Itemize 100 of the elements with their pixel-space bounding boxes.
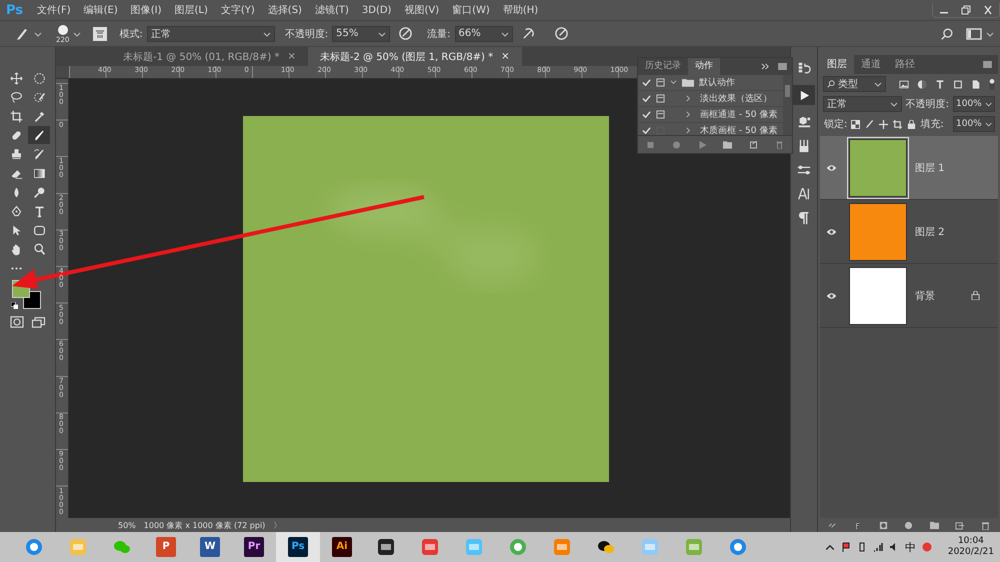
play-icon xyxy=(798,90,810,100)
workspace-icon[interactable] xyxy=(966,26,982,40)
new-layer-icon[interactable] xyxy=(955,520,964,530)
adjustment-icon[interactable] xyxy=(904,520,914,530)
lock-icon[interactable] xyxy=(907,120,916,128)
action-name[interactable]: 画框通道 - 50 像素 xyxy=(700,108,778,121)
panel-tab[interactable]: 图层 xyxy=(820,55,854,74)
battery-icon[interactable] xyxy=(856,542,867,552)
pressure-size-icon[interactable] xyxy=(554,26,568,41)
fill-field[interactable]: 100% xyxy=(953,116,995,132)
3d-icon[interactable] xyxy=(797,115,811,129)
dialog-toggle-icon[interactable] xyxy=(656,126,665,135)
panel-tab[interactable]: 历史记录 xyxy=(638,58,688,75)
trash-icon[interactable] xyxy=(980,520,990,530)
check-icon[interactable] xyxy=(642,110,651,119)
action-name[interactable]: 淡出效果（选区） xyxy=(700,92,772,105)
expand-icon[interactable] xyxy=(761,63,770,70)
blend-mode-dropdown[interactable]: 正常 xyxy=(823,96,902,112)
check-icon[interactable] xyxy=(642,94,651,103)
character-icon[interactable] xyxy=(797,187,811,201)
panel-tab[interactable]: 路径 xyxy=(888,55,922,74)
action-set-name[interactable]: 默认动作 xyxy=(699,76,735,89)
taskbar-app[interactable]: Pr xyxy=(232,532,276,562)
scrollbar[interactable] xyxy=(783,75,792,135)
folder-icon[interactable] xyxy=(723,140,732,148)
menu-item[interactable]: 图像(I) xyxy=(130,3,162,17)
panel-tab[interactable]: 动作 xyxy=(688,58,720,75)
mask-icon[interactable] xyxy=(879,520,888,530)
new-item-icon[interactable] xyxy=(748,140,758,148)
eye-icon[interactable] xyxy=(826,164,837,172)
layer-filter-dropdown[interactable]: 类型 xyxy=(823,76,886,92)
taskbar-app[interactable]: P xyxy=(144,532,188,562)
taskbar-app[interactable]: W xyxy=(188,532,232,562)
lock-icon[interactable] xyxy=(971,291,980,300)
pressure-icon[interactable] xyxy=(398,26,414,41)
quick-mask-icon[interactable] xyxy=(10,316,24,328)
lock-pixels-icon[interactable] xyxy=(865,120,874,128)
caret-icon[interactable] xyxy=(73,30,82,38)
document-tab[interactable]: 未标题-2 @ 50% (图层 1, RGB/8#) * × xyxy=(308,47,522,66)
history-icon[interactable] xyxy=(797,61,811,75)
show-hidden-icons-icon[interactable] xyxy=(824,542,835,552)
taskbar-app[interactable]: Ps xyxy=(276,532,320,562)
paragraph-icon[interactable] xyxy=(797,211,811,225)
status-more-arrow[interactable]: 〉 xyxy=(273,520,282,530)
adjustment-filter-icon[interactable] xyxy=(917,78,927,90)
document-info: 1000 像素 x 1000 像素 (72 ppi) xyxy=(144,520,266,530)
clock[interactable]: 10:04 2020/2/21 xyxy=(948,536,994,558)
menu-item[interactable]: 选择(S) xyxy=(268,3,302,17)
network-icon[interactable] xyxy=(872,542,883,552)
action-name[interactable]: 木质画框 - 50 像素 xyxy=(700,124,778,135)
panel-tab[interactable]: 通道 xyxy=(854,55,888,74)
lock-position-icon[interactable] xyxy=(879,120,888,128)
eye-icon[interactable] xyxy=(826,228,837,236)
lock-artboard-icon[interactable] xyxy=(893,120,902,128)
default-colors-icon[interactable] xyxy=(11,302,18,309)
menu-item[interactable]: 图层(L) xyxy=(174,3,208,17)
layer-row[interactable]: 背景 xyxy=(820,264,998,328)
menu-item[interactable]: 文件(F) xyxy=(37,3,71,17)
taskbar-app[interactable]: Ai xyxy=(320,532,364,562)
shape-filter-icon[interactable] xyxy=(953,78,963,90)
actions-button[interactable] xyxy=(793,85,815,105)
brush-settings-icon[interactable] xyxy=(93,26,108,40)
brush-tool-icon[interactable] xyxy=(28,126,50,144)
opacity-field[interactable]: 100% xyxy=(953,96,995,112)
link-icon[interactable] xyxy=(828,520,838,530)
layer-row[interactable]: 图层 1 xyxy=(820,136,998,200)
caret-icon xyxy=(984,120,992,128)
airbrush-icon[interactable] xyxy=(520,26,536,41)
menu-item[interactable]: 视图(V) xyxy=(404,3,440,17)
brush-tip-icon[interactable] xyxy=(56,24,69,36)
menu-item[interactable]: 3D(D) xyxy=(362,4,392,16)
input-method-indicator[interactable]: 中 xyxy=(904,540,916,554)
menu-item[interactable]: 帮助(H) xyxy=(502,3,538,17)
folder-icon[interactable] xyxy=(930,520,939,530)
menu-item[interactable]: 滤镜(T) xyxy=(314,3,349,17)
menu-item[interactable]: 文字(Y) xyxy=(220,3,255,17)
search-icon[interactable] xyxy=(940,26,954,40)
filter-toggle-icon[interactable] xyxy=(989,78,995,90)
type-filter-icon[interactable] xyxy=(935,78,945,90)
eye-icon[interactable] xyxy=(826,292,837,300)
layer-row[interactable]: 图层 2 xyxy=(820,200,998,264)
check-icon[interactable] xyxy=(642,126,651,135)
smart-object-filter-icon[interactable] xyxy=(971,78,981,90)
menu-item[interactable]: 编辑(E) xyxy=(84,3,118,17)
document-tab[interactable]: 未标题-1 @ 50% (01, RGB/8#) * × xyxy=(111,47,308,66)
flow-field[interactable]: 66% xyxy=(454,26,512,42)
image-filter-icon[interactable] xyxy=(899,78,909,90)
app-logo[interactable]: Ps xyxy=(6,2,24,18)
flag-icon[interactable] xyxy=(840,542,851,552)
check-icon[interactable] xyxy=(642,78,651,87)
caret-icon[interactable] xyxy=(34,30,42,38)
mode-dropdown[interactable]: 正常 xyxy=(146,26,275,42)
screen-mode-icon[interactable] xyxy=(30,316,46,328)
lock-transparency-icon[interactable] xyxy=(851,120,860,128)
adjustment-sliders-icon[interactable] xyxy=(797,163,811,177)
app-icon xyxy=(420,537,440,557)
caret-icon[interactable] xyxy=(986,30,994,38)
menu-item[interactable]: 窗口(W) xyxy=(452,3,490,17)
brushes-icon[interactable] xyxy=(797,139,811,153)
opacity-field[interactable]: 55% xyxy=(332,26,390,42)
